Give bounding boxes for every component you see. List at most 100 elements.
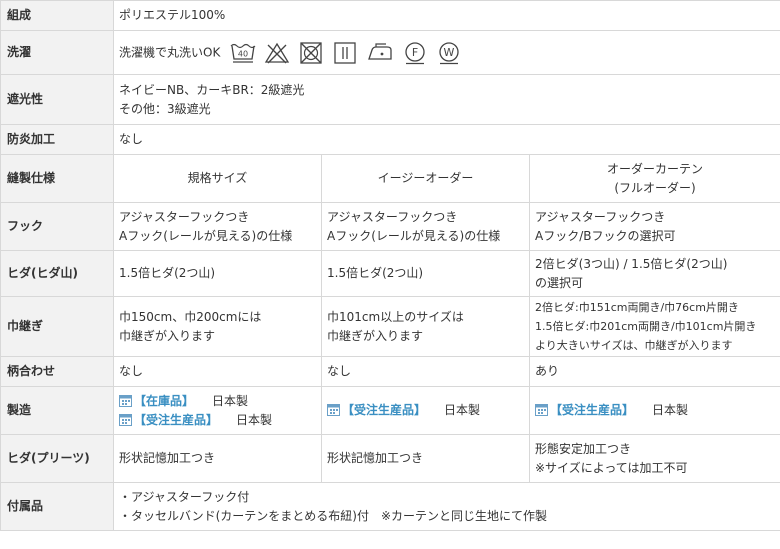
spec-table: 組成 ポリエステル100% 洗濯 洗濯機で丸洗いOK 40 F W 遮光性 ネイ… [0,0,780,531]
no-tumble-dry-icon [298,41,324,65]
label-pleat-peaks: ヒダ(ヒダ山) [0,250,114,297]
accessories-line-2: ・タッセルバンド(カーテンをまとめる布紐)付 ※カーテンと同じ生地にて作製 [119,508,548,523]
calendar-icon [327,404,340,416]
washing-value: 洗濯機で丸洗いOK [119,45,221,59]
label-fireproof: 防炎加工 [0,124,114,155]
hook-col3-line-2: Aフック/Bフックの選択可 [535,228,676,243]
pleat-peaks-col2: 1.5倍ヒダ(2つ山) [321,250,530,297]
manufacture-col1: 【在庫品】 日本製 【受注生産品】 日本製 [113,386,322,435]
wash-40-icon: 40 [230,41,256,65]
row-manufacture: 製造 【在庫品】 日本製 【受注生産品】 日本製 【受注生産品】 日本製 【受注生産品… [0,386,780,435]
seam-col2-line-1: 巾101cm以上のサイズは [327,309,464,324]
pleats-col3: 形態安定加工つき ※サイズによっては加工不可 [528,434,780,483]
seam-col3-line-2: 1.5倍ヒダ:巾201cm両開き/巾101cm片開き [535,320,757,333]
composition-value: ポリエステル100% [112,0,780,31]
manufacture-col3: 【受注生産品】 日本製 [528,386,780,435]
label-hook: フック [0,202,114,251]
seam-col2: 巾101cm以上のサイズは 巾継ぎが入ります [321,296,530,357]
label-composition: 組成 [0,0,114,31]
pleats-col3-line-1: 形態安定加工つき [535,441,632,456]
row-seam: 巾継ぎ 巾150cm、巾200cmには 巾継ぎが入ります 巾101cm以上のサイ… [0,296,780,357]
hook-col1-line-1: アジャスターフックつき [119,209,250,224]
row-accessories: 付属品 ・アジャスターフック付 ・タッセルバンド(カーテンをまとめる布紐)付 ※… [0,482,780,531]
label-washing: 洗濯 [0,30,114,75]
col-full-order-line-1: オーダーカーテン [607,161,704,176]
row-pattern: 柄合わせ なし なし あり [0,356,780,387]
origin-label: 日本製 [652,403,689,417]
origin-label: 日本製 [212,393,249,408]
order-tag: 【受注生産品】 [342,403,427,417]
accessories-line-1: ・アジャスターフック付 [119,489,250,504]
accessories-cell: ・アジャスターフック付 ・タッセルバンド(カーテンをまとめる布紐)付 ※カーテン… [112,482,780,531]
seam-col2-line-2: 巾継ぎが入ります [327,328,424,343]
shading-cell: ネイビーNB、カーキBR：2級遮光 その他：3級遮光 [112,74,780,125]
hook-col1-line-2: Aフック(レールが見える)の仕様 [119,228,293,243]
col-full-order: オーダーカーテン (フルオーダー) [528,154,780,203]
pattern-col3: あり [528,356,780,387]
hook-col1: アジャスターフックつき Aフック(レールが見える)の仕様 [113,202,322,251]
pleats-col3-line-2: ※サイズによっては加工不可 [535,460,688,475]
seam-col3-line-1: 2倍ヒダ:巾151cm両開き/巾76cm片開き [535,301,739,314]
order-product-line: 【受注生産品】 日本製 [119,411,316,430]
line-dry-icon [332,41,358,65]
label-sewing: 縫製仕様 [0,154,114,203]
hook-col2: アジャスターフックつき Aフック(レールが見える)の仕様 [321,202,530,251]
manufacture-col2: 【受注生産品】 日本製 [321,386,530,435]
svg-text:F: F [412,46,418,59]
order-product-line: 【受注生産品】 日本製 [327,401,524,420]
seam-col1-line-1: 巾150cm、巾200cmには [119,309,262,324]
label-seam: 巾継ぎ [0,296,114,357]
col-easy-order: イージーオーダー [321,154,530,203]
calendar-icon [119,413,132,426]
origin-label: 日本製 [444,403,481,417]
row-sewing: 縫製仕様 規格サイズ イージーオーダー オーダーカーテン (フルオーダー) [0,154,780,203]
pleat-peaks-col3: 2倍ヒダ(3つ山) / 1.5倍ヒダ(2つ山) の選択可 [528,250,780,297]
calendar-icon [535,404,548,416]
row-fireproof: 防炎加工 なし [0,124,780,155]
pleat-peaks-col3-line-1: 2倍ヒダ(3つ山) / 1.5倍ヒダ(2つ山) [535,256,728,271]
label-manufacture: 製造 [0,386,114,435]
label-pattern: 柄合わせ [0,356,114,387]
hook-col2-line-1: アジャスターフックつき [327,209,458,224]
care-icons: 40 F W [230,41,470,65]
pleats-col1: 形状記憶加工つき [113,434,322,483]
hook-col3: アジャスターフックつき Aフック/Bフックの選択可 [528,202,780,251]
wet-clean-w-icon: W [436,41,462,65]
row-hook: フック アジャスターフックつき Aフック(レールが見える)の仕様 アジャスターフ… [0,202,780,251]
iron-low-icon [366,41,394,65]
stock-tag: 【在庫品】 [134,393,195,408]
hook-col2-line-2: Aフック(レールが見える)の仕様 [327,228,501,243]
seam-col1-line-2: 巾継ぎが入ります [119,328,216,343]
seam-col1: 巾150cm、巾200cmには 巾継ぎが入ります [113,296,322,357]
hook-col3-line-1: アジャスターフックつき [535,209,666,224]
row-washing: 洗濯 洗濯機で丸洗いOK 40 F W [0,30,780,75]
fireproof-value: なし [112,124,780,155]
shading-line-1: ネイビーNB、カーキBR：2級遮光 [119,82,305,97]
pattern-col2: なし [321,356,530,387]
stock-product-line: 【在庫品】 日本製 [119,392,316,411]
col-full-order-line-2: (フルオーダー) [614,180,696,195]
seam-col3-line-3: より大きいサイズは、巾継ぎが入ります [535,339,733,352]
label-pleats: ヒダ(プリーツ) [0,434,114,483]
order-tag: 【受注生産品】 [134,412,219,427]
label-shading: 遮光性 [0,74,114,125]
row-pleat-peaks: ヒダ(ヒダ山) 1.5倍ヒダ(2つ山) 1.5倍ヒダ(2つ山) 2倍ヒダ(3つ山… [0,250,780,297]
col-standard-size: 規格サイズ [113,154,322,203]
row-shading: 遮光性 ネイビーNB、カーキBR：2級遮光 その他：3級遮光 [0,74,780,125]
pleat-peaks-col3-line-2: の選択可 [535,275,584,290]
origin-label: 日本製 [236,412,273,427]
svg-text:40: 40 [238,49,248,58]
svg-text:W: W [444,46,455,59]
no-bleach-icon [264,41,290,65]
seam-col3: 2倍ヒダ:巾151cm両開き/巾76cm片開き 1.5倍ヒダ:巾201cm両開き… [528,296,780,357]
order-tag: 【受注生産品】 [550,403,635,417]
pleat-peaks-col1: 1.5倍ヒダ(2つ山) [113,250,322,297]
label-accessories: 付属品 [0,482,114,531]
row-composition: 組成 ポリエステル100% [0,0,780,31]
calendar-icon [119,394,132,407]
dry-clean-f-icon: F [402,41,428,65]
pleats-col2: 形状記憶加工つき [321,434,530,483]
washing-cell: 洗濯機で丸洗いOK 40 F W [112,30,780,75]
order-product-line: 【受注生産品】 日本製 [535,401,775,420]
row-pleats: ヒダ(プリーツ) 形状記憶加工つき 形状記憶加工つき 形態安定加工つき ※サイズ… [0,434,780,483]
